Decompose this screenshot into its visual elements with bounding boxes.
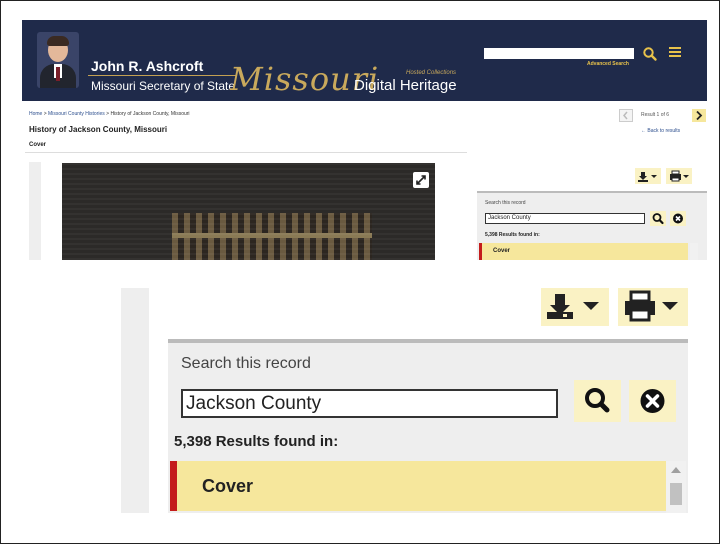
results-summary: 5,398 Results found in:: [174, 433, 339, 450]
print-icon[interactable]: [666, 168, 692, 184]
record-search-label: Search this record: [181, 355, 311, 372]
search-icon[interactable]: [650, 211, 666, 226]
prev-result-button[interactable]: [619, 109, 633, 122]
record-search-panel: Search this record Jackson County 5,398 …: [168, 339, 688, 513]
book-cover-image[interactable]: [62, 163, 435, 260]
brand-logo-suffix[interactable]: Digital Heritage: [354, 77, 457, 94]
next-result-button[interactable]: [692, 109, 706, 122]
hamburger-icon[interactable]: [669, 47, 683, 59]
expand-icon[interactable]: [413, 172, 429, 188]
zoomed-search-screenshot: Search this record Jackson County 5,398 …: [121, 288, 691, 513]
page-label: Cover: [29, 142, 47, 148]
download-icon[interactable]: [541, 288, 609, 326]
page-title: History of Jackson County, Missouri: [29, 125, 168, 134]
brand-hosted-label: Hosted Collections: [406, 70, 457, 76]
clear-circle-icon[interactable]: [629, 380, 676, 422]
viewer-gutter: [29, 162, 41, 260]
breadcrumb-home[interactable]: Home: [29, 111, 42, 117]
result-item-label: Cover: [202, 476, 254, 496]
official-name: John R. Ashcroft: [91, 58, 204, 74]
record-search-panel: Search this record Jackson County 5,398 …: [477, 191, 707, 260]
result-count: Result 1 of 6: [641, 112, 670, 118]
download-icon[interactable]: [635, 168, 661, 184]
divider: [25, 152, 467, 153]
print-icon[interactable]: [618, 288, 688, 326]
record-search-input[interactable]: Jackson County: [485, 213, 645, 224]
search-icon[interactable]: [642, 46, 658, 62]
record-search-label: Search this record: [485, 200, 526, 206]
screenshot-frame: John R. Ashcroft Missouri Secretary of S…: [0, 0, 720, 544]
back-to-results-link[interactable]: ← Back to results: [641, 128, 680, 134]
clear-circle-icon[interactable]: [670, 211, 686, 226]
breadcrumb-collection[interactable]: Missouri County Histories: [48, 111, 105, 117]
official-title: Missouri Secretary of State: [91, 79, 236, 93]
breadcrumb: Home > Missouri County Histories > Histo…: [29, 111, 190, 117]
results-scrollbar[interactable]: [666, 461, 686, 513]
scroll-thumb[interactable]: [670, 483, 682, 505]
full-page-screenshot: John R. Ashcroft Missouri Secretary of S…: [22, 20, 707, 260]
breadcrumb-current: History of Jackson County, Missouri: [110, 111, 190, 117]
official-portrait: [37, 32, 79, 88]
record-search-input[interactable]: Jackson County: [181, 389, 558, 418]
results-summary: 5,398 Results found in:: [485, 232, 540, 238]
result-item-cover[interactable]: Cover: [479, 243, 688, 260]
site-search-input[interactable]: [484, 48, 634, 59]
advanced-search-link[interactable]: Advanced Search: [587, 61, 629, 67]
scroll-up-icon[interactable]: [671, 467, 681, 473]
viewer-gutter: [121, 288, 149, 513]
results-scrollbar[interactable]: [690, 243, 698, 260]
search-icon[interactable]: [574, 380, 621, 422]
site-banner: John R. Ashcroft Missouri Secretary of S…: [22, 20, 707, 101]
title-divider: [88, 75, 236, 76]
result-item-cover[interactable]: Cover: [170, 461, 666, 511]
result-item-label: Cover: [493, 248, 511, 254]
